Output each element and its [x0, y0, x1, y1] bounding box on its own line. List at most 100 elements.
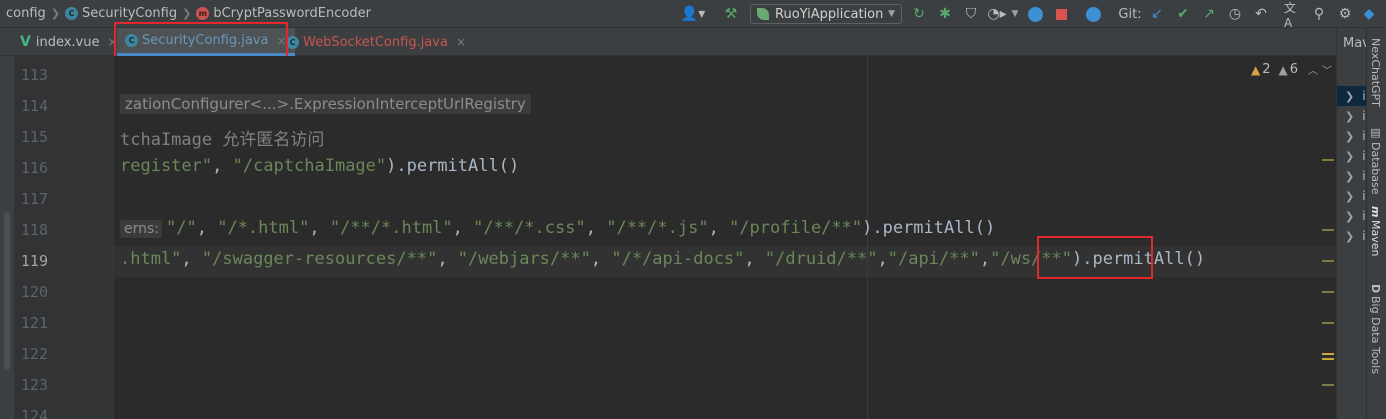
tab-label: WebSocketConfig.java: [303, 34, 448, 50]
chevron-right-icon: ❯: [1345, 129, 1355, 143]
maven-tree-item[interactable]: ❯ i: [1337, 86, 1367, 106]
code-string: "/druid/**": [764, 249, 878, 269]
error-stripe-mark[interactable]: [1322, 229, 1334, 231]
rollback-icon[interactable]: ↶: [1252, 5, 1270, 23]
chevron-right-icon: ❯: [1345, 209, 1355, 223]
rerun-icon[interactable]: ↻: [910, 5, 928, 23]
line-number: 115: [20, 128, 48, 146]
maven-tree-item[interactable]: ❯ i: [1337, 106, 1367, 126]
user-profile-icon[interactable]: 👤▾: [680, 5, 706, 23]
line-number: 117: [20, 190, 48, 208]
code-string: "/*.html": [217, 218, 310, 238]
weak-warning-icon: ▲: [1278, 62, 1288, 77]
tab-websocket-config[interactable]: C WebSocketConfig.java ×: [286, 28, 466, 56]
stop-icon[interactable]: [1052, 5, 1070, 23]
chevron-right-icon: ❯: [1345, 229, 1355, 243]
spring-boot-icon: [757, 8, 769, 20]
breadcrumb-item-config[interactable]: config: [6, 6, 46, 21]
chevron-down-icon: ▼: [888, 9, 895, 19]
close-icon[interactable]: ×: [456, 35, 466, 49]
code-string: "/*/api-docs": [611, 249, 745, 269]
code-string: "/": [166, 218, 197, 238]
code-string: "/captchaImage": [232, 156, 387, 176]
build-hammer-icon[interactable]: ⚒: [722, 5, 740, 23]
profiler-icon[interactable]: ◔▸: [986, 5, 1008, 23]
class-icon: C: [65, 7, 78, 20]
attach-debugger-icon[interactable]: [1026, 5, 1044, 23]
chevron-right-icon: ❯: [1345, 109, 1355, 123]
chevron-right-icon: ❯: [182, 7, 192, 20]
big-data-icon: D: [1369, 284, 1382, 294]
vue-icon: V: [20, 34, 31, 50]
line-number-current: 119: [20, 252, 48, 270]
line-number-gutter: 113 114 115 116 117 118 119 120 121 122 …: [14, 56, 114, 419]
maven-tree-item[interactable]: ❯ i: [1337, 146, 1367, 166]
jetbrains-toolbox-icon[interactable]: ◆: [1360, 5, 1378, 23]
error-stripe-mark[interactable]: [1322, 291, 1334, 293]
breadcrumb: config ❯ C SecurityConfig ❯ m bCryptPass…: [6, 6, 371, 21]
parameter-inlay-hint: erns:: [120, 220, 163, 238]
line-number: 123: [20, 376, 48, 394]
maven-tree-item[interactable]: ❯ i: [1337, 126, 1367, 146]
code-comment: tchaImage 允许匿名访问: [120, 130, 325, 150]
tool-window-label: NexChatGPT: [1369, 38, 1382, 107]
run-configuration-select[interactable]: RuoYiApplication ▼: [750, 4, 902, 24]
maven-tree-item[interactable]: ❯ i: [1337, 186, 1367, 206]
scroll-thumb[interactable]: [4, 212, 10, 370]
gear-icon[interactable]: ⚙: [1336, 5, 1354, 23]
line-number: 116: [20, 159, 48, 177]
maven-tree-item[interactable]: ❯ i: [1337, 226, 1367, 246]
coverage-shield-icon[interactable]: ⛉: [962, 5, 980, 23]
code-string: .html": [120, 249, 182, 269]
maven-tool-window: Mav ❯ i ❯ i ❯ i ❯ i ❯ i ❯ i ❯ i ❯ i: [1336, 28, 1370, 419]
maven-tree-item[interactable]: ❯ i: [1337, 166, 1367, 186]
chevron-up-icon[interactable]: ︿: [1308, 62, 1318, 77]
error-stripe-mark[interactable]: [1322, 384, 1334, 386]
code-string: "/**/*.css": [473, 218, 586, 238]
git-update-icon[interactable]: ↙: [1148, 5, 1166, 23]
search-icon[interactable]: ⚲: [1310, 5, 1328, 23]
chevron-right-icon: ❯: [1345, 89, 1355, 103]
translate-icon[interactable]: 文A: [1284, 1, 1302, 30]
code-line-114: zationConfigurer<...>.ExpressionIntercep…: [120, 94, 531, 114]
error-stripe-mark[interactable]: [1322, 260, 1334, 262]
error-stripe-mark[interactable]: [1322, 358, 1334, 360]
tool-window-label: Big Data Tools: [1369, 296, 1382, 375]
code-method-call: ).permitAll(): [862, 218, 996, 238]
debug-bug-icon[interactable]: ✱: [936, 5, 954, 23]
warning-count: 2: [1262, 62, 1271, 77]
error-stripe-mark[interactable]: [1322, 322, 1334, 324]
line-number: 118: [20, 221, 48, 239]
update-project-icon[interactable]: [1084, 5, 1102, 23]
error-stripe-mark[interactable]: [1322, 353, 1334, 355]
git-push-icon[interactable]: ↗: [1200, 5, 1218, 23]
line-number: 113: [20, 66, 48, 84]
breadcrumb-item-class[interactable]: SecurityConfig: [82, 6, 177, 21]
code-string: "/webjars/**": [457, 249, 591, 269]
git-commit-icon[interactable]: ✔: [1174, 5, 1192, 23]
highlight-box-ws-path: [1037, 236, 1153, 279]
tool-window-nexchatgpt[interactable]: NexChatGPT: [1369, 38, 1382, 107]
tool-window-database[interactable]: ▤ Database: [1369, 126, 1382, 195]
maven-tree-item[interactable]: ❯ i: [1337, 206, 1367, 226]
chevron-right-icon: ❯: [1345, 189, 1355, 203]
code-string: "/swagger-resources/**": [201, 249, 438, 269]
tool-window-big-data-tools[interactable]: D Big Data Tools: [1369, 284, 1382, 374]
code-string: "/**/*.js": [606, 218, 709, 238]
run-configuration-label: RuoYiApplication: [775, 6, 884, 22]
tab-index-vue[interactable]: V index.vue ×: [20, 28, 118, 56]
line-number: 114: [20, 97, 48, 115]
database-icon: ▤: [1369, 126, 1382, 139]
tool-window-maven[interactable]: m Maven: [1369, 206, 1382, 257]
right-tool-strip: NexChatGPT ▤ Database m Maven D Big Data To…: [1366, 28, 1386, 419]
breadcrumb-item-method[interactable]: bCryptPasswordEncoder: [213, 6, 371, 21]
more-run-options-icon[interactable]: ▼: [1010, 5, 1020, 23]
line-number: 124: [20, 407, 48, 419]
error-stripe-mark[interactable]: [1322, 159, 1334, 161]
chevron-right-icon: ❯: [1345, 149, 1355, 163]
tool-window-label: Database: [1369, 142, 1382, 195]
history-clock-icon[interactable]: ◷: [1226, 5, 1244, 23]
left-scroll-strip: [0, 56, 14, 419]
inspection-widget[interactable]: ▲ 2 ▲ 6 ︿ ﹀: [1251, 62, 1332, 77]
chevron-down-icon[interactable]: ﹀: [1322, 62, 1332, 77]
